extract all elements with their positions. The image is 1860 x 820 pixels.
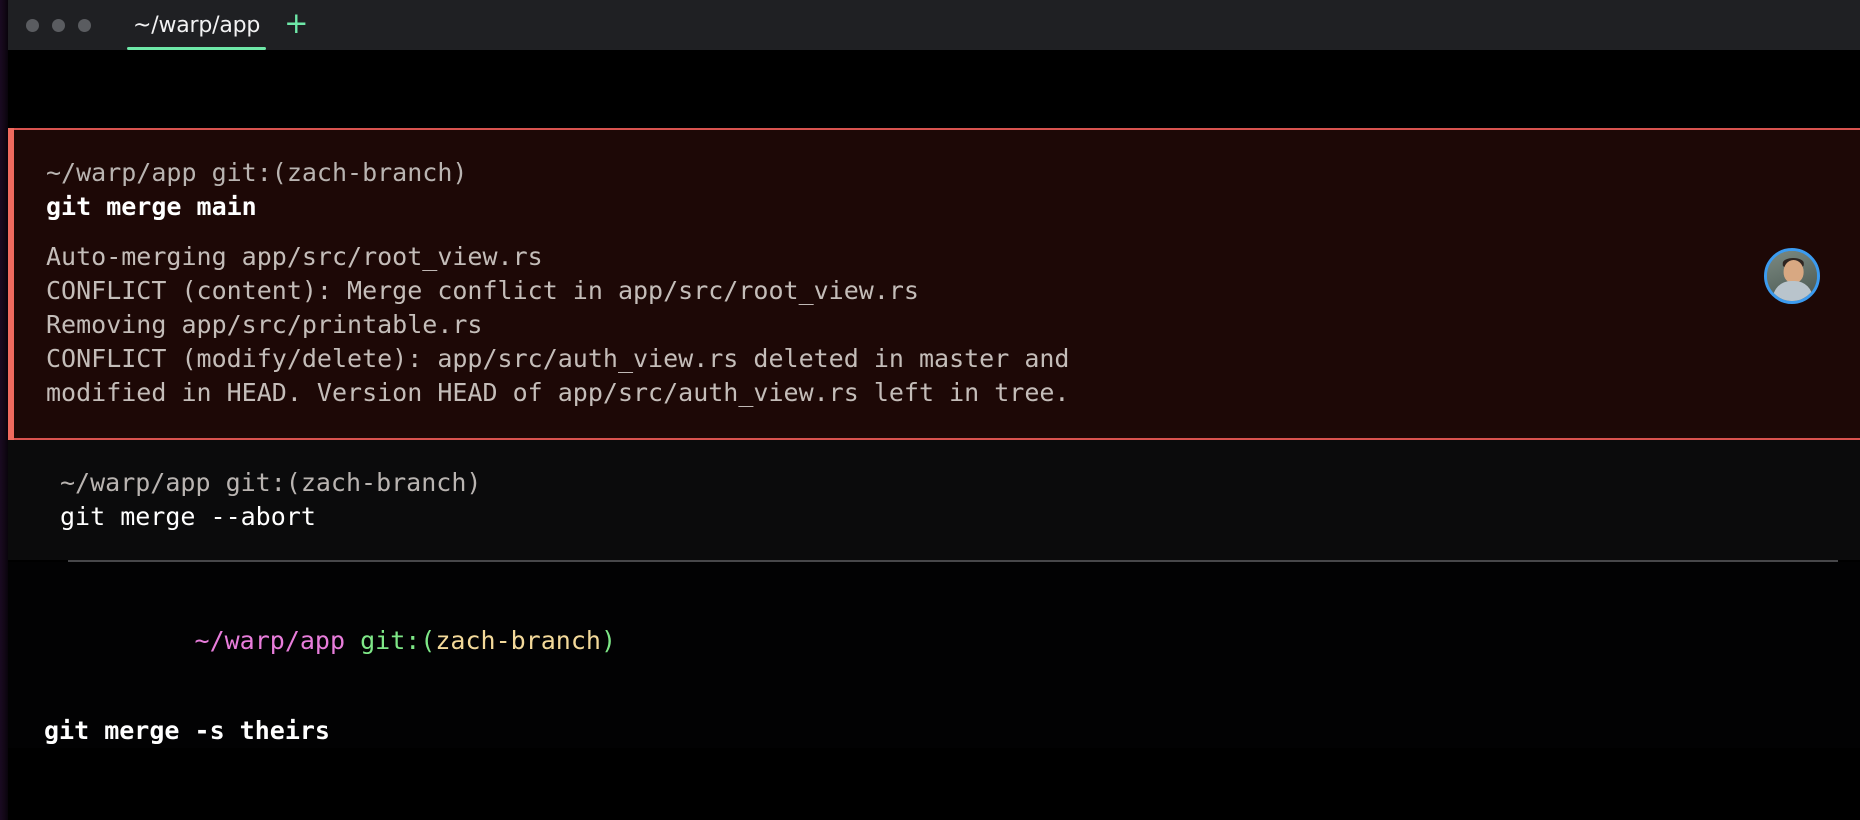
plus-icon[interactable]: + — [284, 8, 308, 42]
prompt-line: ~/warp/app git:(zach-branch) — [46, 158, 468, 187]
command-line[interactable]: git merge --abort — [60, 500, 1860, 534]
close-window-icon[interactable] — [26, 18, 39, 32]
block-rows: ~/warp/app git:(zach-branch) git merge m… — [8, 156, 1860, 410]
command-input-line[interactable]: git merge -s theirs — [44, 714, 1860, 748]
command-block-merge-main[interactable]: ~/warp/app git:(zach-branch) git merge m… — [8, 128, 1860, 440]
tab-active-indicator — [127, 47, 267, 50]
avatar-face — [1783, 259, 1804, 283]
error-accent-bar — [8, 128, 14, 440]
output-line: modified in HEAD. Version HEAD of app/sr… — [46, 378, 1070, 407]
command-block-merge-abort[interactable]: ~/warp/app git:(zach-branch) git merge -… — [8, 440, 1860, 560]
block-rows: ~/warp/app git:(zach-branch) git merge -… — [8, 466, 1860, 534]
tab-label: ~/warp/app — [133, 12, 261, 38]
traffic-light-controls — [26, 18, 91, 32]
minimize-window-icon[interactable] — [52, 18, 65, 32]
window-left-edge — [0, 0, 8, 820]
prompt-git-prefix: git:( — [360, 626, 436, 655]
prompt-git-suffix: ) — [600, 626, 616, 655]
output-line: CONFLICT (content): Merge conflict in ap… — [46, 276, 919, 305]
avatar — [1764, 248, 1820, 304]
prompt-line: ~/warp/app git:(zach-branch) — [44, 590, 1860, 692]
command-line[interactable]: git merge main — [46, 190, 1860, 224]
output-line: CONFLICT (modify/delete): app/src/auth_v… — [46, 344, 1070, 373]
command-block-merge-theirs[interactable]: ~/warp/app git:(zach-branch) git merge -… — [8, 562, 1860, 748]
tab-strip: ~/warp/app + — [127, 0, 308, 50]
warp-terminal-window: ~/warp/app + ~/warp/app git:(zach-branch… — [0, 0, 1860, 820]
top-spacer — [8, 50, 1860, 128]
block-rows: ~/warp/app git:(zach-branch) git merge -… — [8, 562, 1860, 748]
output-line: Auto-merging app/src/root_view.rs — [46, 242, 543, 271]
terminal-body: ~/warp/app git:(zach-branch) git merge m… — [8, 50, 1860, 820]
collaborator-avatar[interactable] — [1764, 248, 1820, 304]
prompt-path: ~/warp/app — [194, 626, 361, 655]
output-line: Removing app/src/printable.rs — [46, 310, 483, 339]
tab-warp-app[interactable]: ~/warp/app — [127, 0, 267, 50]
prompt-branch-name: zach-branch — [435, 626, 601, 655]
title-bar: ~/warp/app + — [0, 0, 1860, 50]
prompt-line: ~/warp/app git:(zach-branch) — [60, 468, 482, 497]
maximize-window-icon[interactable] — [78, 18, 91, 32]
